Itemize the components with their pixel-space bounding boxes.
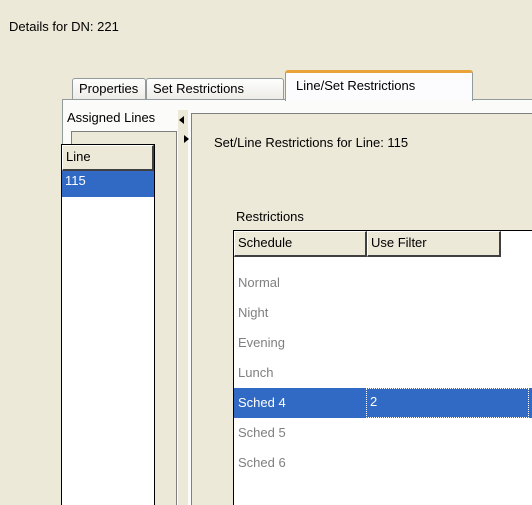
schedule-name-cell: Sched 5 bbox=[238, 425, 286, 440]
use-filter-cell[interactable]: 2 bbox=[366, 388, 529, 418]
schedule-name-cell: Sched 4 bbox=[238, 395, 286, 410]
panel-splitter[interactable] bbox=[178, 110, 188, 505]
schedule-name-cell: Night bbox=[238, 305, 269, 320]
tab-properties[interactable]: Properties bbox=[72, 78, 146, 100]
window-title: Details for DN: 221 bbox=[9, 19, 119, 34]
schedule-name-cell: Lunch bbox=[238, 365, 274, 380]
line-row[interactable]: 115 bbox=[62, 171, 154, 197]
restrictions-panel-title: Set/Line Restrictions for Line: 115 bbox=[214, 135, 409, 150]
schedule-column-header[interactable]: Schedule bbox=[234, 231, 367, 257]
schedule-grid[interactable]: Schedule Use Filter Normal Night Evening Lu… bbox=[233, 230, 532, 505]
schedule-name-cell: Evening bbox=[238, 335, 285, 350]
schedule-row[interactable]: Sched 5 bbox=[234, 418, 532, 448]
schedule-name-cell: Sched 6 bbox=[238, 455, 286, 470]
schedule-row[interactable]: Sched 6 bbox=[234, 448, 532, 478]
collapse-left-arrow-icon[interactable] bbox=[179, 116, 184, 124]
use-filter-column-header[interactable]: Use Filter bbox=[367, 231, 501, 257]
schedule-row[interactable]: Sched 4 2 bbox=[234, 388, 532, 418]
tab-set-restrictions[interactable]: Set Restrictions bbox=[146, 78, 284, 100]
expand-right-arrow-icon[interactable] bbox=[184, 135, 189, 143]
assigned-lines-grid[interactable]: Line 115 bbox=[61, 144, 155, 505]
line-column-header[interactable]: Line bbox=[62, 145, 154, 171]
restrictions-group-label: Restrictions bbox=[236, 209, 304, 224]
schedule-row[interactable]: Lunch bbox=[234, 358, 532, 388]
assigned-lines-label: Assigned Lines bbox=[67, 110, 156, 125]
schedule-row[interactable]: Evening bbox=[234, 328, 532, 358]
schedule-row[interactable]: Night bbox=[234, 298, 532, 328]
schedule-name-cell: Normal bbox=[238, 275, 280, 290]
tab-line-set-restrictions[interactable]: Line/Set Restrictions bbox=[285, 70, 473, 101]
schedule-row[interactable]: Normal bbox=[234, 268, 532, 298]
